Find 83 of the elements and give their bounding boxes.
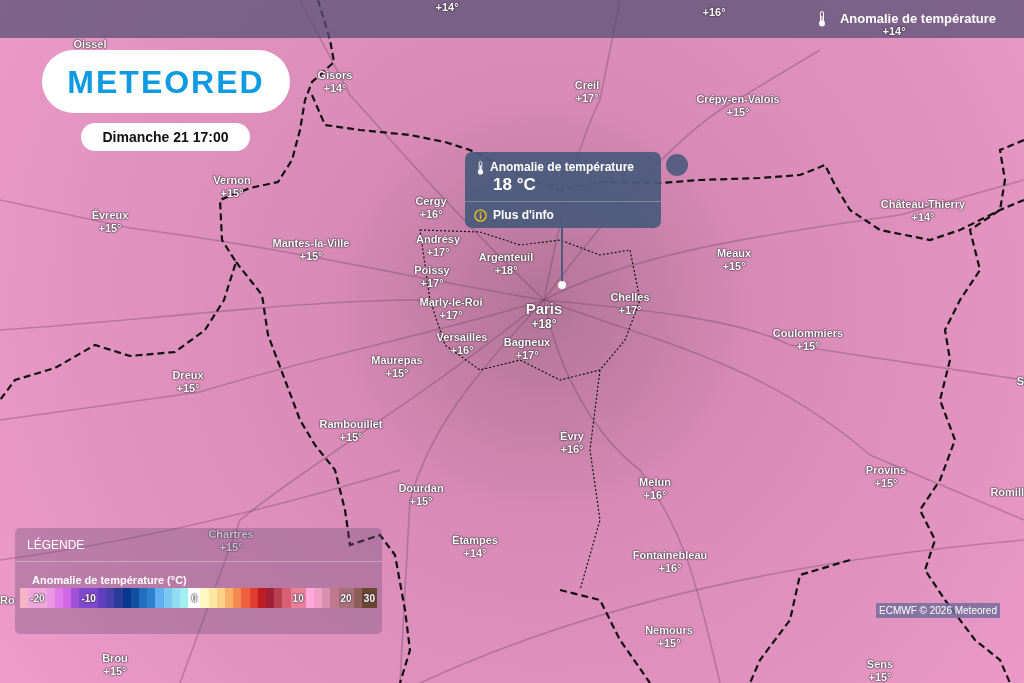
city-label: Ro — [0, 593, 15, 607]
temperature-label: +17° — [575, 91, 599, 105]
city-label: Mantes-la-Ville — [272, 236, 350, 250]
city-label: Fontainebleau — [632, 548, 708, 562]
temperature-label: +16° — [702, 5, 726, 19]
temperature-label: +18° — [531, 317, 557, 331]
city-label: Évry — [560, 429, 584, 443]
city-label: Maurepas — [371, 353, 423, 367]
temperature-label: +15° — [385, 366, 409, 380]
scale-step-label: 0 — [188, 588, 201, 608]
temperature-label: +15° — [176, 381, 200, 395]
temperature-label: +17° — [515, 348, 539, 362]
temperature-label: +14° — [435, 0, 459, 14]
temperature-label: +16° — [450, 343, 474, 357]
city-label: Rambouillet — [319, 417, 383, 431]
city-label: Vernon — [213, 173, 251, 187]
city-label: Meaux — [716, 246, 752, 260]
popup-value: 18 °C — [493, 175, 537, 195]
thermometer-icon — [817, 11, 826, 27]
popup-title: Anomalie de température — [490, 160, 635, 175]
temperature-label: +16° — [658, 561, 682, 575]
temperature-label: +15° — [103, 664, 127, 678]
city-label: Chartres — [208, 527, 254, 541]
city-label: Brou — [102, 651, 128, 665]
temperature-label: +15° — [722, 259, 746, 273]
temperature-label: +15° — [98, 221, 122, 235]
date-label: Dimanche 21 17:00 — [81, 123, 250, 151]
scale-step-label: -10 — [79, 588, 98, 608]
city-label: Creil — [574, 78, 600, 92]
more-info-link[interactable]: Plus d'info — [493, 206, 554, 224]
scale-step-label: -20 — [28, 588, 47, 608]
temperature-label: +15° — [726, 105, 750, 119]
temperature-label: +15° — [409, 494, 433, 508]
city-label: Marly-le-Roi — [419, 295, 483, 309]
temperature-label: +15° — [796, 339, 820, 353]
logo: METEORED — [42, 50, 290, 113]
city-label: Nemours — [645, 623, 693, 637]
city-label: Argenteuil — [478, 250, 534, 264]
city-label: Dourdan — [398, 481, 444, 495]
city-label: Oissel — [73, 37, 107, 51]
temperature-label: +17° — [426, 245, 450, 259]
temperature-label: +14° — [882, 24, 906, 38]
city-label: Gisors — [317, 68, 353, 82]
temperature-label: +17° — [439, 308, 463, 322]
temperature-label: +17° — [618, 303, 642, 317]
header-title: Anomalie de température — [839, 10, 996, 27]
city-label: Crépy-en-Valois — [696, 92, 780, 106]
temperature-label: +15° — [868, 670, 892, 683]
city-label: Versailles — [436, 330, 488, 344]
temperature-label: +15° — [339, 430, 363, 444]
city-label: Cergy — [415, 194, 447, 208]
thermometer-icon — [477, 160, 484, 175]
city-label: Sens — [866, 657, 894, 671]
city-label: S — [1016, 374, 1024, 388]
city-label: Dreux — [172, 368, 204, 382]
temperature-label: +14° — [323, 81, 347, 95]
legend-scale-title: Anomalie de température (°C) — [31, 574, 188, 587]
temperature-label: +15° — [219, 540, 243, 554]
city-label: Romill — [990, 485, 1024, 499]
city-label: Coulommiers — [772, 326, 844, 340]
temperature-label: +15° — [874, 476, 898, 490]
city-label: Poissy — [414, 263, 450, 277]
temperature-label: +15° — [299, 249, 323, 263]
city-label: Chelles — [610, 290, 650, 304]
temperature-label: +14° — [463, 546, 487, 560]
temperature-label: +17° — [420, 276, 444, 290]
city-label: Paris — [525, 301, 563, 317]
temperature-label: +16° — [643, 488, 667, 502]
city-label: Provins — [865, 463, 907, 477]
temperature-label: +15° — [657, 636, 681, 650]
temperature-label: +16° — [560, 442, 584, 456]
legend-title: LÉGENDE — [27, 536, 85, 554]
city-label: Évreux — [91, 208, 129, 222]
info-icon — [474, 208, 487, 222]
temperature-label: +16° — [419, 207, 443, 221]
city-label: Étampes — [452, 533, 498, 547]
attribution-label: ECMWF © 2026 Meteored — [876, 603, 1000, 618]
temperature-label: +18° — [494, 263, 518, 277]
temperature-label: +14° — [911, 210, 935, 224]
city-label: Bagneux — [503, 335, 551, 349]
city-label: Château-Thierry — [880, 197, 966, 211]
city-label: Andrésy — [416, 232, 460, 246]
city-label: Melun — [639, 475, 671, 489]
